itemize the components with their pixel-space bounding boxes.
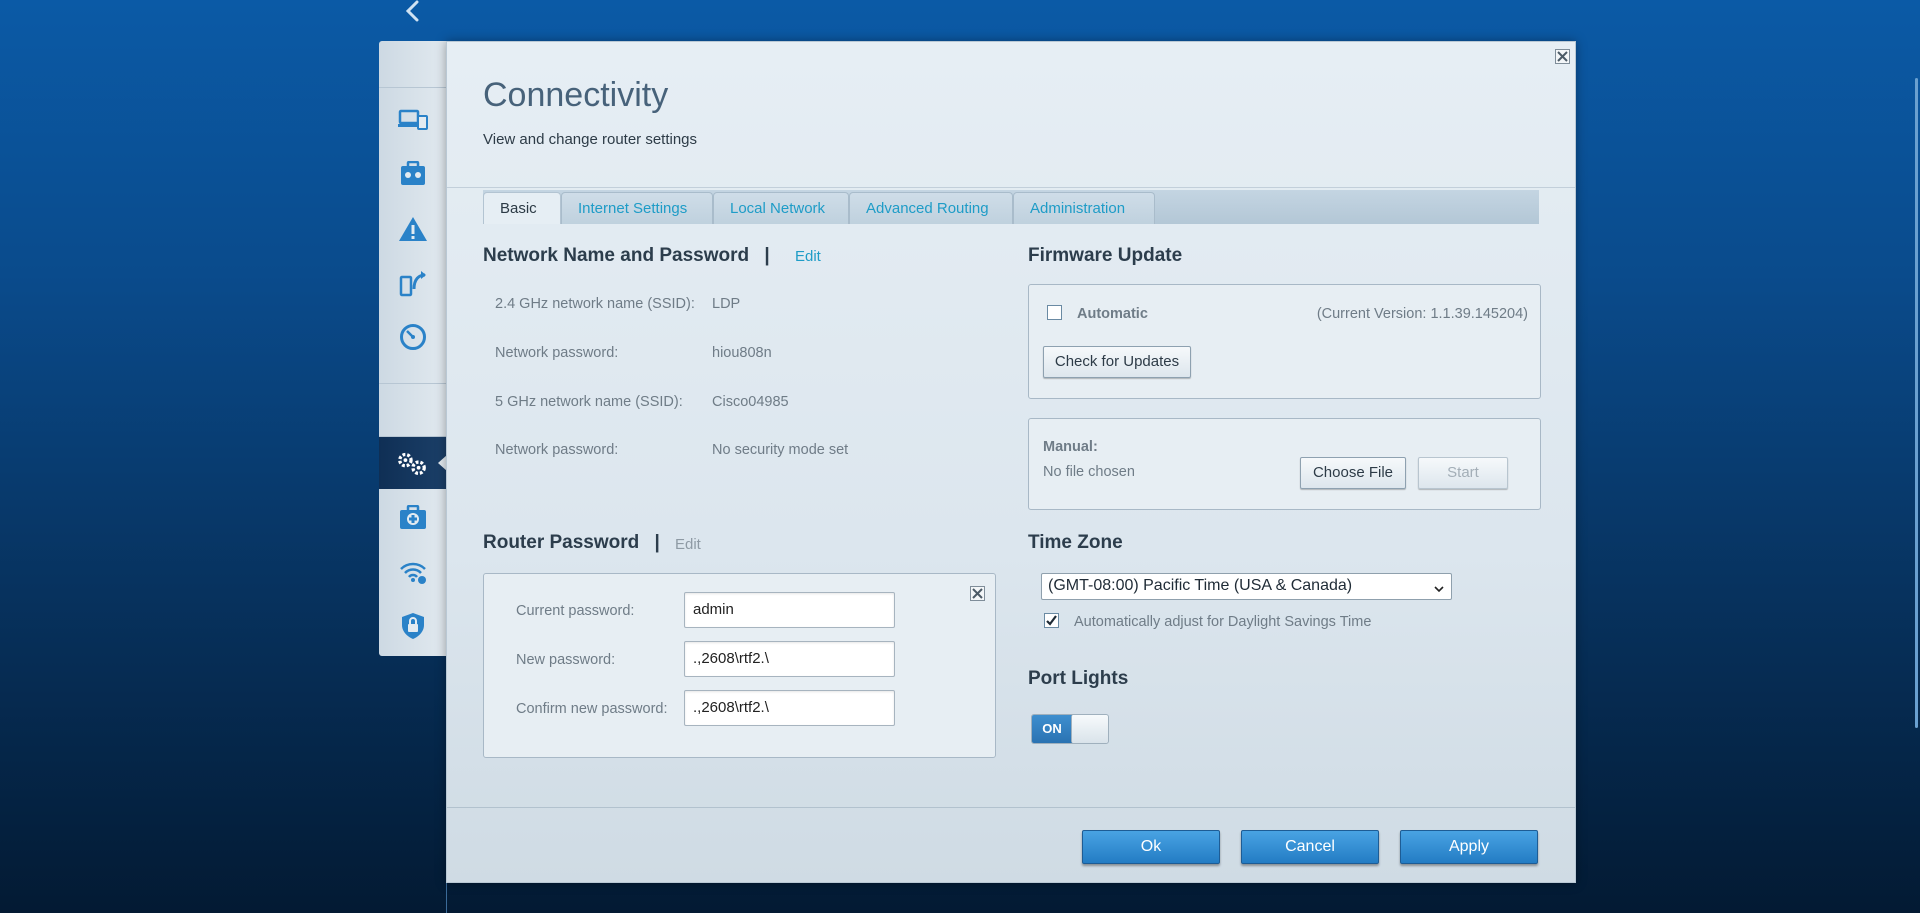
- password-5-label: Network password:: [495, 442, 619, 458]
- page-subtitle: View and change router settings: [483, 131, 698, 148]
- dst-label: Automatically adjust for Daylight Saving…: [1074, 614, 1372, 630]
- page-scrollbar[interactable]: [1912, 0, 1920, 913]
- ssid-5-label: 5 GHz network name (SSID):: [495, 394, 683, 410]
- page-title: Connectivity: [483, 76, 669, 114]
- speed-test-icon[interactable]: [397, 321, 429, 353]
- close-icon[interactable]: [1555, 49, 1570, 64]
- cancel-button[interactable]: Cancel: [1241, 830, 1379, 864]
- tab-administration[interactable]: Administration: [1013, 192, 1155, 224]
- close-icon[interactable]: [970, 586, 985, 601]
- footer-divider: [447, 807, 1575, 808]
- automatic-label: Automatic: [1077, 306, 1148, 322]
- new-password-input[interactable]: .,2608\rtf2.\: [684, 641, 895, 677]
- sidebar-item-connectivity[interactable]: [379, 437, 447, 489]
- router-password-edit-link[interactable]: Edit: [675, 536, 701, 553]
- chevron-down-icon: [1433, 581, 1445, 599]
- tab-basic[interactable]: Basic: [483, 192, 561, 224]
- firmware-manual-box: Manual: No file chosen Choose File Start: [1028, 418, 1541, 510]
- security-icon[interactable]: [397, 610, 429, 642]
- toggle-on-label: ON: [1032, 715, 1072, 743]
- network-section-title: Network Name and Password |: [483, 245, 770, 267]
- parental-controls-icon[interactable]: [397, 158, 429, 190]
- scrollbar-thumb[interactable]: [1915, 78, 1918, 728]
- firmware-section-title: Firmware Update: [1028, 245, 1183, 266]
- connectivity-icon: [396, 447, 428, 479]
- password-5-value: No security mode set: [712, 442, 849, 458]
- network-section-label: Network Name and Password: [483, 245, 750, 266]
- header-divider: [447, 187, 1575, 188]
- no-file-text: No file chosen: [1043, 464, 1135, 480]
- firmware-auto-box: Automatic (Current Version: 1.1.39.14520…: [1028, 284, 1541, 399]
- title-separator: |: [654, 532, 660, 553]
- checkmark-icon: [1046, 615, 1057, 626]
- sidebar-divider: [379, 87, 446, 88]
- ssid-5-value: Cisco04985: [712, 394, 789, 410]
- timezone-section-title: Time Zone: [1028, 532, 1123, 553]
- tab-advanced-routing[interactable]: Advanced Routing: [849, 192, 1013, 224]
- tab-internet-settings[interactable]: Internet Settings: [561, 192, 713, 224]
- toggle-knob[interactable]: [1071, 715, 1108, 743]
- ok-button[interactable]: Ok: [1082, 830, 1220, 864]
- tab-bar: Basic Internet Settings Local Network Ad…: [483, 190, 1539, 224]
- timezone-select-value: (GMT-08:00) Pacific Time (USA & Canada): [1048, 577, 1353, 594]
- port-lights-toggle[interactable]: ON: [1031, 714, 1109, 744]
- automatic-checkbox[interactable]: [1047, 305, 1062, 320]
- manual-label: Manual:: [1043, 439, 1098, 455]
- password-24-label: Network password:: [495, 345, 619, 361]
- timezone-select[interactable]: (GMT-08:00) Pacific Time (USA & Canada): [1041, 573, 1452, 600]
- troubleshooting-icon[interactable]: [397, 213, 429, 245]
- wireless-icon[interactable]: [397, 556, 429, 588]
- new-password-label: New password:: [516, 652, 616, 668]
- router-password-box: Current password: admin New password: .,…: [483, 573, 996, 758]
- sidebar-divider: [379, 383, 446, 384]
- apply-button[interactable]: Apply: [1400, 830, 1538, 864]
- devices-icon[interactable]: [397, 104, 429, 136]
- password-24-value: hiou808n: [712, 345, 772, 361]
- router-password-label: Router Password: [483, 532, 640, 553]
- ssid-24-label: 2.4 GHz network name (SSID):: [495, 296, 695, 312]
- router-password-section-title: Router Password |: [483, 532, 660, 554]
- choose-file-button[interactable]: Choose File: [1300, 457, 1406, 489]
- media-prioritization-icon[interactable]: [397, 267, 429, 299]
- confirm-password-label: Confirm new password:: [516, 701, 668, 717]
- back-arrow-icon[interactable]: [400, 0, 426, 26]
- confirm-password-input[interactable]: .,2608\rtf2.\: [684, 690, 895, 726]
- external-storage-icon[interactable]: [397, 502, 429, 534]
- dst-checkbox[interactable]: [1044, 613, 1059, 628]
- current-password-input[interactable]: admin: [684, 592, 895, 628]
- current-password-label: Current password:: [516, 603, 635, 619]
- start-button[interactable]: Start: [1418, 457, 1508, 489]
- network-edit-link[interactable]: Edit: [795, 248, 821, 265]
- check-updates-button[interactable]: Check for Updates: [1043, 346, 1191, 378]
- ssid-24-value: LDP: [712, 296, 741, 312]
- connectivity-dialog: Connectivity View and change router sett…: [446, 41, 1576, 883]
- tab-local-network[interactable]: Local Network: [713, 192, 849, 224]
- current-version-text: (Current Version: 1.1.39.145204): [1316, 306, 1528, 322]
- port-lights-section-title: Port Lights: [1028, 668, 1129, 689]
- sidebar: [379, 41, 447, 656]
- title-separator: |: [764, 245, 770, 266]
